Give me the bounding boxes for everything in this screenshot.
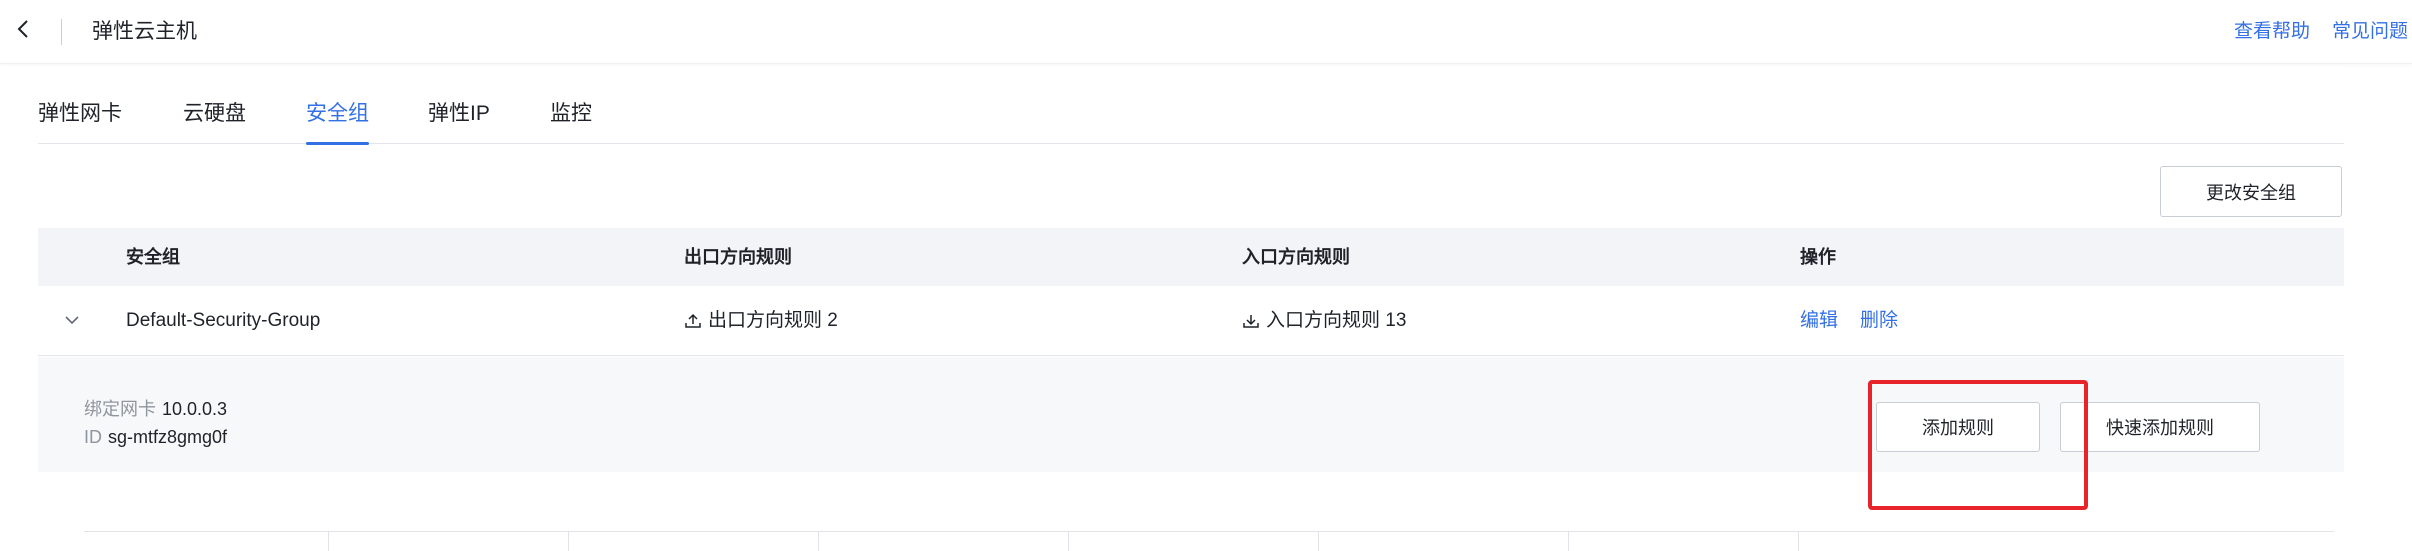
quick-add-rule-button[interactable]: 快速添加规则	[2060, 402, 2260, 452]
ingress-rules[interactable]: 入口方向规则 13	[1242, 286, 1406, 356]
subtable-column-divider	[1568, 531, 1569, 551]
upload-icon	[684, 312, 702, 330]
column-header-ingress: 入口方向规则	[1242, 247, 1350, 267]
egress-rules[interactable]: 出口方向规则 2	[684, 286, 838, 356]
id-label: ID	[84, 427, 102, 447]
content-card: 弹性网卡 云硬盘 安全组 弹性IP 监控 更改安全组 安全组 出口方向规则 入口…	[0, 66, 2344, 551]
row-actions: 编辑 删除	[1800, 286, 1920, 356]
chevron-left-icon	[16, 18, 30, 45]
egress-rules-label: 出口方向规则 2	[708, 310, 838, 331]
top-header: 弹性云主机 查看帮助 常见问题	[0, 0, 2412, 64]
page-title: 弹性云主机	[92, 20, 197, 43]
subtable-divider	[84, 531, 2334, 532]
tab-eni[interactable]: 弹性网卡	[38, 96, 122, 144]
column-header-actions: 操作	[1800, 247, 1836, 267]
bound-nic-label: 绑定网卡	[84, 399, 156, 419]
tab-security-group[interactable]: 安全组	[306, 96, 369, 145]
column-header-security-group: 安全组	[126, 247, 180, 267]
tab-disk[interactable]: 云硬盘	[183, 96, 246, 144]
security-group-name: Default-Security-Group	[126, 310, 321, 331]
tab-bar: 弹性网卡 云硬盘 安全组 弹性IP 监控	[38, 96, 2344, 145]
change-security-group-button[interactable]: 更改安全组	[2160, 166, 2342, 217]
subtable-column-divider	[568, 531, 569, 551]
header-links: 查看帮助 常见问题	[2234, 20, 2408, 44]
back-button[interactable]	[8, 16, 38, 46]
tab-elastic-ip[interactable]: 弹性IP	[428, 96, 490, 144]
subtable-column-divider	[1318, 531, 1319, 551]
bound-nic-line: 绑定网卡 10.0.0.3	[84, 397, 227, 421]
security-group-id-line: ID sg-mtfz8gmg0f	[84, 425, 227, 449]
faq-link[interactable]: 常见问题	[2332, 20, 2408, 44]
subtable-column-divider	[1068, 531, 1069, 551]
expand-toggle[interactable]	[62, 311, 82, 331]
help-link[interactable]: 查看帮助	[2234, 20, 2310, 44]
id-value: sg-mtfz8gmg0f	[108, 427, 228, 447]
tab-monitor[interactable]: 监控	[550, 96, 592, 144]
header-divider	[61, 19, 62, 45]
subtable-column-divider	[1798, 531, 1799, 551]
download-icon	[1242, 312, 1260, 330]
chevron-down-icon	[64, 312, 80, 330]
table-row: Default-Security-Group 出口方向规则 2 入口方向规则 1…	[38, 286, 2344, 356]
delete-link[interactable]: 删除	[1860, 286, 1898, 356]
bound-nic-value: 10.0.0.3	[162, 399, 228, 419]
column-header-egress: 出口方向规则	[684, 247, 792, 267]
ingress-rules-label: 入口方向规则 13	[1266, 310, 1407, 331]
add-rule-button[interactable]: 添加规则	[1876, 402, 2040, 452]
subtable-column-divider	[818, 531, 819, 551]
subtable-column-divider	[328, 531, 329, 551]
edit-link[interactable]: 编辑	[1800, 286, 1838, 356]
table-header: 安全组 出口方向规则 入口方向规则 操作	[38, 228, 2344, 286]
